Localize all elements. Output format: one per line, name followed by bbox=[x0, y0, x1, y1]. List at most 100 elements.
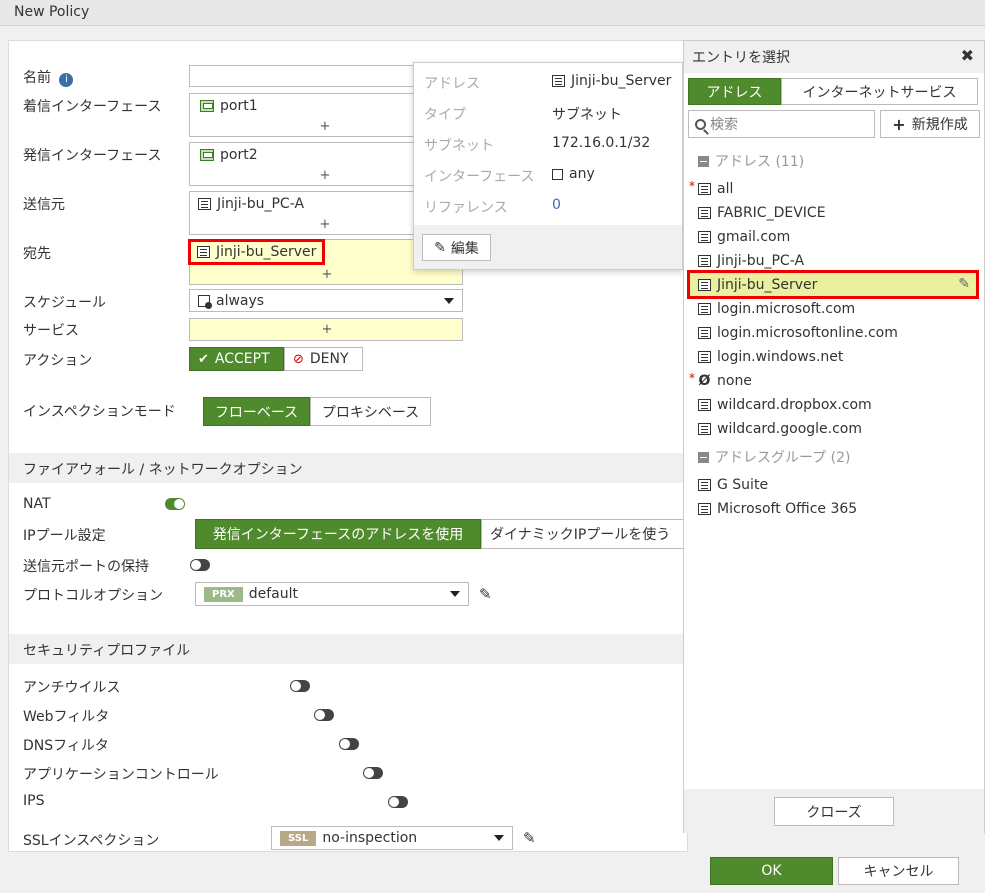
preserve-port-toggle[interactable] bbox=[190, 559, 211, 571]
list-item[interactable]: Microsoft Office 365 bbox=[698, 501, 857, 517]
address-icon bbox=[698, 351, 711, 363]
chevron-down-icon bbox=[494, 835, 504, 841]
address-icon bbox=[698, 255, 711, 267]
deny-icon: ⊘ bbox=[293, 351, 304, 367]
prx-badge: PRX bbox=[204, 586, 243, 602]
list-item[interactable]: wildcard.google.com bbox=[698, 421, 862, 437]
list-item[interactable]: FABRIC_DEVICE bbox=[698, 205, 826, 221]
nat-label: NAT bbox=[23, 496, 51, 512]
tip-iface-value: any bbox=[569, 166, 595, 182]
list-item[interactable]: * all bbox=[689, 179, 733, 197]
edit-button[interactable]: ✎ 編集 bbox=[422, 234, 491, 261]
appcontrol-toggle[interactable] bbox=[363, 767, 384, 779]
chevron-down-icon bbox=[444, 297, 454, 304]
tip-subnet-key: サブネット bbox=[424, 138, 494, 154]
list-item[interactable]: gmail.com bbox=[698, 229, 790, 245]
tip-subnet-value: 172.16.0.1/32 bbox=[552, 135, 651, 151]
nat-toggle[interactable] bbox=[165, 498, 185, 510]
service-label: サービス bbox=[23, 323, 79, 339]
list-item[interactable]: login.microsoft.com bbox=[698, 301, 855, 317]
tip-ref-value[interactable]: 0 bbox=[552, 197, 561, 213]
schedule-label: スケジュール bbox=[23, 295, 107, 311]
cancel-button[interactable]: キャンセル bbox=[838, 857, 959, 885]
tip-iface-key: インターフェース bbox=[424, 169, 535, 185]
check-icon: ✔ bbox=[198, 351, 209, 367]
antivirus-label: アンチウイルス bbox=[23, 680, 121, 696]
edit-pencil-icon[interactable]: ✎ bbox=[523, 829, 536, 847]
proxy-based-button[interactable]: プロキシベース bbox=[310, 397, 431, 426]
ippool-dynamic-button[interactable]: ダイナミックIPプールを使う bbox=[481, 519, 687, 549]
group-addrgrp-header[interactable]: アドレスグループ (2) bbox=[698, 447, 850, 467]
new-entry-button[interactable]: + 新規作成 bbox=[880, 110, 980, 138]
search-input[interactable]: 検索 bbox=[688, 110, 875, 138]
item-label: G Suite bbox=[717, 477, 769, 493]
address-group-icon bbox=[698, 479, 711, 491]
close-button[interactable]: クローズ bbox=[774, 797, 894, 826]
schedule-icon bbox=[198, 294, 212, 309]
dst-value: Jinji-bu_Server bbox=[216, 244, 317, 260]
address-icon bbox=[198, 198, 211, 210]
pencil-icon: ✎ bbox=[434, 239, 446, 256]
item-label: Microsoft Office 365 bbox=[717, 501, 858, 517]
schedule-value: always bbox=[216, 292, 265, 309]
ips-toggle[interactable] bbox=[387, 796, 408, 808]
dst-label: 宛先 bbox=[23, 246, 51, 262]
ippool-outgoing-button[interactable]: 発信インターフェースのアドレスを使用 bbox=[195, 519, 481, 549]
src-label: 送信元 bbox=[23, 197, 65, 213]
accept-button[interactable]: ✔ ACCEPT bbox=[189, 347, 284, 371]
list-item[interactable]: Jinji-bu_PC-A bbox=[698, 253, 804, 269]
preserve-port-label: 送信元ポートの保持 bbox=[23, 559, 149, 575]
edit-label: 編集 bbox=[450, 240, 479, 257]
search-icon bbox=[695, 118, 709, 135]
tip-address-key: アドレス bbox=[424, 76, 480, 92]
info-icon[interactable]: i bbox=[59, 73, 74, 87]
address-icon bbox=[698, 303, 711, 315]
deny-button[interactable]: ⊘ DENY bbox=[284, 347, 363, 371]
port-icon bbox=[200, 149, 214, 161]
ips-label: IPS bbox=[23, 793, 45, 809]
service-field[interactable]: + bbox=[189, 318, 463, 341]
required-star-icon: * bbox=[689, 371, 695, 385]
webfilter-label: Webフィルタ bbox=[23, 709, 110, 725]
list-item[interactable]: G Suite bbox=[698, 477, 768, 493]
address-icon bbox=[698, 399, 711, 411]
protocol-label: プロトコルオプション bbox=[23, 588, 163, 604]
flow-based-button[interactable]: フローベース bbox=[203, 397, 310, 426]
tip-address-value: Jinji-bu_Server bbox=[571, 73, 672, 89]
appcontrol-label: アプリケーションコントロール bbox=[23, 767, 219, 783]
antivirus-toggle[interactable] bbox=[289, 680, 310, 692]
required-star-icon: * bbox=[689, 179, 695, 193]
list-item[interactable]: * Ønone bbox=[689, 371, 752, 389]
edit-pencil-icon[interactable]: ✎ bbox=[958, 276, 970, 292]
address-icon bbox=[698, 279, 711, 291]
add-dst-button[interactable]: + bbox=[190, 268, 464, 282]
add-service-button[interactable]: + bbox=[190, 323, 464, 337]
item-label: login.windows.net bbox=[717, 349, 844, 365]
tab-internet-service[interactable]: インターネットサービス bbox=[781, 78, 978, 105]
selected-item-highlight[interactable]: Jinji-bu_Server ✎ bbox=[687, 270, 979, 299]
ssl-select[interactable]: SSL no-inspection bbox=[271, 826, 513, 850]
ok-button[interactable]: OK bbox=[710, 857, 833, 885]
edit-pencil-icon[interactable]: ✎ bbox=[479, 585, 492, 603]
schedule-select[interactable]: always bbox=[189, 289, 463, 312]
address-group-icon bbox=[698, 503, 711, 515]
list-item[interactable]: login.windows.net bbox=[698, 349, 843, 365]
close-icon[interactable]: ✖ bbox=[961, 46, 974, 65]
address-icon bbox=[197, 246, 210, 258]
action-label: アクション bbox=[23, 353, 93, 369]
tab-address[interactable]: アドレス bbox=[688, 78, 781, 105]
list-item[interactable]: login.microsoftonline.com bbox=[698, 325, 898, 341]
name-label: 名前 i bbox=[23, 67, 74, 87]
protocol-select[interactable]: PRX default bbox=[195, 582, 469, 606]
panel-title: エントリを選択 bbox=[692, 50, 790, 66]
dnsfilter-toggle[interactable] bbox=[338, 738, 359, 750]
tip-footer: ✎ 編集 bbox=[414, 225, 682, 269]
in-if-value: port1 bbox=[220, 98, 258, 114]
group-address-header[interactable]: アドレス (11) bbox=[698, 151, 804, 171]
dst-entry-highlight[interactable]: Jinji-bu_Server bbox=[188, 239, 325, 265]
webfilter-toggle[interactable] bbox=[314, 709, 335, 721]
search-placeholder: 検索 bbox=[710, 117, 738, 133]
list-item[interactable]: wildcard.dropbox.com bbox=[698, 397, 872, 413]
security-section-header: セキュリティプロファイル bbox=[9, 634, 687, 664]
list-item-selected[interactable]: Jinji-bu_Server bbox=[698, 277, 817, 293]
